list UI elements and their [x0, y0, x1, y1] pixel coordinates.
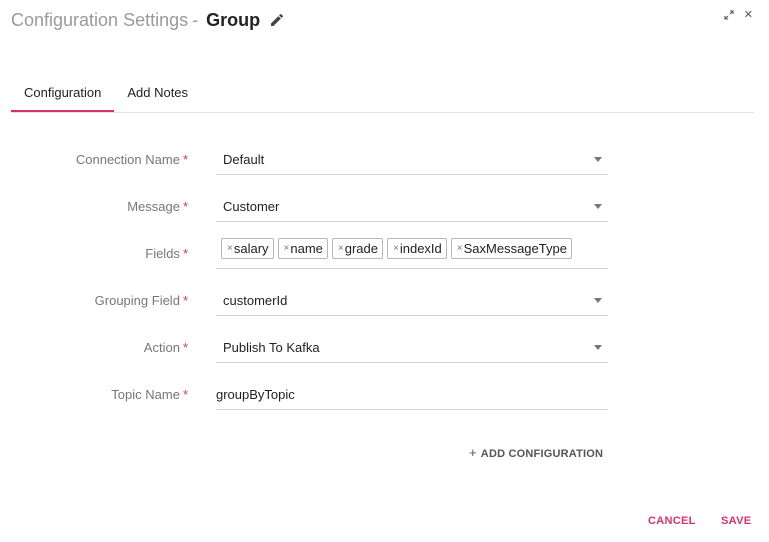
message-select[interactable]: Customer [216, 183, 608, 222]
connection-name-select[interactable]: Default [216, 136, 608, 175]
connection-name-label: Connection Name * [76, 152, 188, 167]
required-marker: * [182, 199, 188, 214]
message-value: Customer [223, 199, 280, 214]
topic-name-row: Topic Name * groupByTopic [0, 371, 769, 411]
remove-tag-icon[interactable]: × [227, 243, 233, 254]
save-button[interactable]: SAVE [721, 515, 751, 527]
field-tag-label: SaxMessageType [463, 241, 567, 256]
required-marker: * [182, 152, 188, 167]
action-value: Publish To Kafka [223, 340, 320, 355]
action-select[interactable]: Publish To Kafka [216, 324, 608, 363]
component-name: Group [206, 9, 261, 30]
grouping-field-select[interactable]: customerId [216, 277, 608, 316]
remove-tag-icon[interactable]: × [284, 243, 290, 254]
dropdown-caret-icon[interactable] [594, 204, 602, 209]
add-configuration-label: ADD CONFIGURATION [480, 448, 604, 460]
pencil-icon[interactable] [269, 12, 285, 28]
grouping-field-label-text: Grouping Field [94, 293, 180, 308]
field-tag: × name [277, 238, 328, 259]
fields-multiselect[interactable]: × salary × name × grade × indexId × SaxMessag… [216, 230, 608, 269]
dropdown-caret-icon[interactable] [594, 345, 602, 350]
dialog-title: Configuration Settings [11, 9, 189, 30]
grouping-field-label: Grouping Field * [95, 293, 188, 308]
plus-icon: + [469, 445, 477, 460]
field-tag: × SaxMessageType [450, 238, 572, 259]
configuration-settings-dialog: Configuration Settings - Group ✕ Configu… [0, 0, 769, 542]
message-label: Message * [127, 199, 188, 214]
topic-name-label: Topic Name * [111, 387, 188, 402]
field-tag: × salary [221, 238, 274, 259]
topic-name-label-text: Topic Name [111, 387, 180, 402]
connection-name-label-text: Connection Name [75, 152, 180, 167]
add-configuration-button[interactable]: + ADD CONFIGURATION [469, 445, 603, 460]
field-tag-label: indexId [399, 241, 442, 256]
dropdown-caret-icon[interactable] [594, 157, 602, 162]
connection-name-value: Default [223, 152, 265, 167]
required-marker: * [182, 340, 188, 355]
fields-label-text: Fields [145, 246, 180, 261]
action-label-text: Action [143, 340, 180, 355]
field-tag: × grade [331, 238, 383, 259]
field-tag: × indexId [387, 238, 447, 259]
tab-bar: Configuration Add Notes [11, 74, 754, 113]
topic-name-value: groupByTopic [216, 387, 295, 402]
required-marker: * [182, 387, 188, 402]
fields-tag-list: × salary × name × grade × indexId × SaxMessag… [221, 238, 572, 259]
cancel-button[interactable]: CANCEL [648, 515, 696, 527]
required-marker: * [182, 246, 188, 261]
title-separator: - [192, 9, 199, 30]
grouping-field-value: customerId [223, 293, 288, 308]
field-tag-label: salary [233, 241, 269, 256]
tab-configuration[interactable]: Configuration [11, 74, 115, 112]
dialog-header: Configuration Settings - Group [11, 8, 285, 32]
topic-name-input[interactable]: groupByTopic [216, 371, 608, 410]
field-tag-label: grade [344, 241, 378, 256]
close-icon[interactable]: ✕ [744, 8, 753, 22]
connection-name-row: Connection Name * Default [0, 136, 769, 176]
remove-tag-icon[interactable]: × [457, 243, 463, 254]
tab-add-notes[interactable]: Add Notes [114, 74, 201, 112]
field-tag-label: name [290, 241, 323, 256]
action-label: Action * [144, 340, 188, 355]
action-row: Action * Publish To Kafka [0, 324, 769, 364]
expand-icon[interactable] [724, 10, 734, 20]
message-label-text: Message [127, 199, 180, 214]
remove-tag-icon[interactable]: × [338, 243, 344, 254]
required-marker: * [182, 293, 188, 308]
fields-row: Fields * × salary × name × grade × indexId × S… [0, 230, 769, 270]
dropdown-caret-icon[interactable] [594, 298, 602, 303]
message-row: Message * Customer [0, 183, 769, 223]
window-controls: ✕ [724, 8, 753, 22]
remove-tag-icon[interactable]: × [393, 243, 399, 254]
grouping-field-row: Grouping Field * customerId [0, 277, 769, 317]
fields-label: Fields * [145, 246, 188, 261]
